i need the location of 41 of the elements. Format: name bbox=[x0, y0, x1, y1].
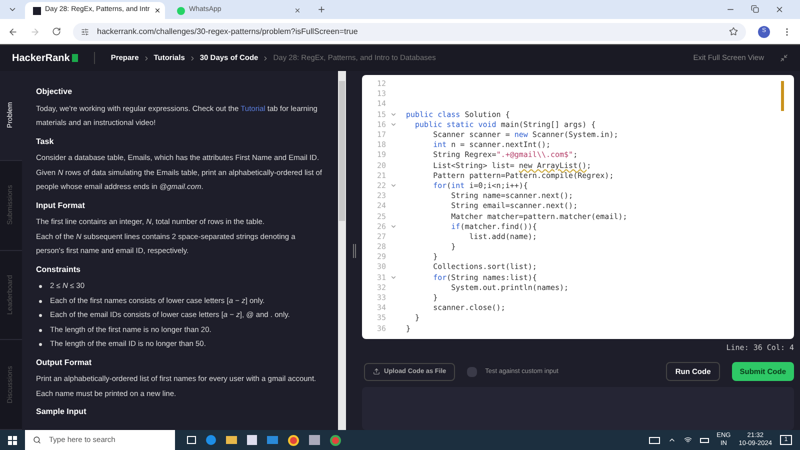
chevron-right-icon bbox=[188, 54, 196, 62]
code-editor[interactable] bbox=[362, 75, 794, 339]
section-heading: Input Format bbox=[36, 200, 86, 212]
wifi-icon[interactable] bbox=[684, 436, 692, 444]
logo-block-icon bbox=[72, 54, 78, 62]
section-heading: Output Format bbox=[36, 356, 93, 369]
bullet-icon bbox=[39, 314, 42, 317]
section-heading: Constraints bbox=[36, 264, 82, 276]
url-text: hackerrank.com/challenges/30-regex-patterns/problem?isFullScreen=true bbox=[97, 26, 358, 38]
address-field[interactable]: hackerrank.com/challenges/30-regex-patterns/problem?isFullScreen=true bbox=[73, 22, 746, 40]
section-heading: Sample Input bbox=[36, 406, 88, 418]
fold-chevron-icon[interactable] bbox=[390, 182, 397, 190]
section-heading: Objective bbox=[36, 86, 74, 98]
bullet-icon bbox=[39, 343, 42, 346]
section-heading: Task bbox=[36, 136, 55, 148]
task-view-icon[interactable] bbox=[187, 436, 196, 444]
windows-logo-icon[interactable] bbox=[8, 436, 17, 444]
bullet-icon bbox=[39, 285, 42, 288]
star-icon[interactable] bbox=[729, 27, 738, 36]
close-icon[interactable] bbox=[294, 7, 301, 14]
new-tab-icon[interactable] bbox=[317, 5, 326, 14]
scrollbar[interactable] bbox=[338, 71, 346, 430]
bullet-icon bbox=[39, 328, 42, 332]
fold-chevron-icon[interactable] bbox=[390, 274, 397, 282]
restore-icon[interactable] bbox=[751, 5, 759, 13]
site-settings-icon[interactable] bbox=[81, 28, 89, 36]
checkbox[interactable] bbox=[467, 366, 478, 377]
chevron-right-icon bbox=[262, 54, 270, 62]
close-icon[interactable] bbox=[154, 7, 161, 14]
fold-chevron-icon[interactable] bbox=[390, 223, 397, 230]
upload-icon bbox=[373, 368, 380, 376]
logo-text[interactable]: HackerRank bbox=[12, 50, 70, 66]
collapse-icon[interactable] bbox=[780, 54, 788, 62]
bullet-icon bbox=[39, 300, 42, 302]
search-icon bbox=[33, 436, 41, 444]
back-arrow-icon[interactable] bbox=[8, 26, 18, 36]
chevron-down-icon[interactable] bbox=[8, 5, 17, 14]
chevron-right-icon bbox=[142, 54, 150, 62]
close-icon[interactable] bbox=[775, 5, 784, 14]
reload-icon[interactable] bbox=[52, 27, 61, 36]
chevron-up-icon[interactable] bbox=[668, 436, 676, 444]
